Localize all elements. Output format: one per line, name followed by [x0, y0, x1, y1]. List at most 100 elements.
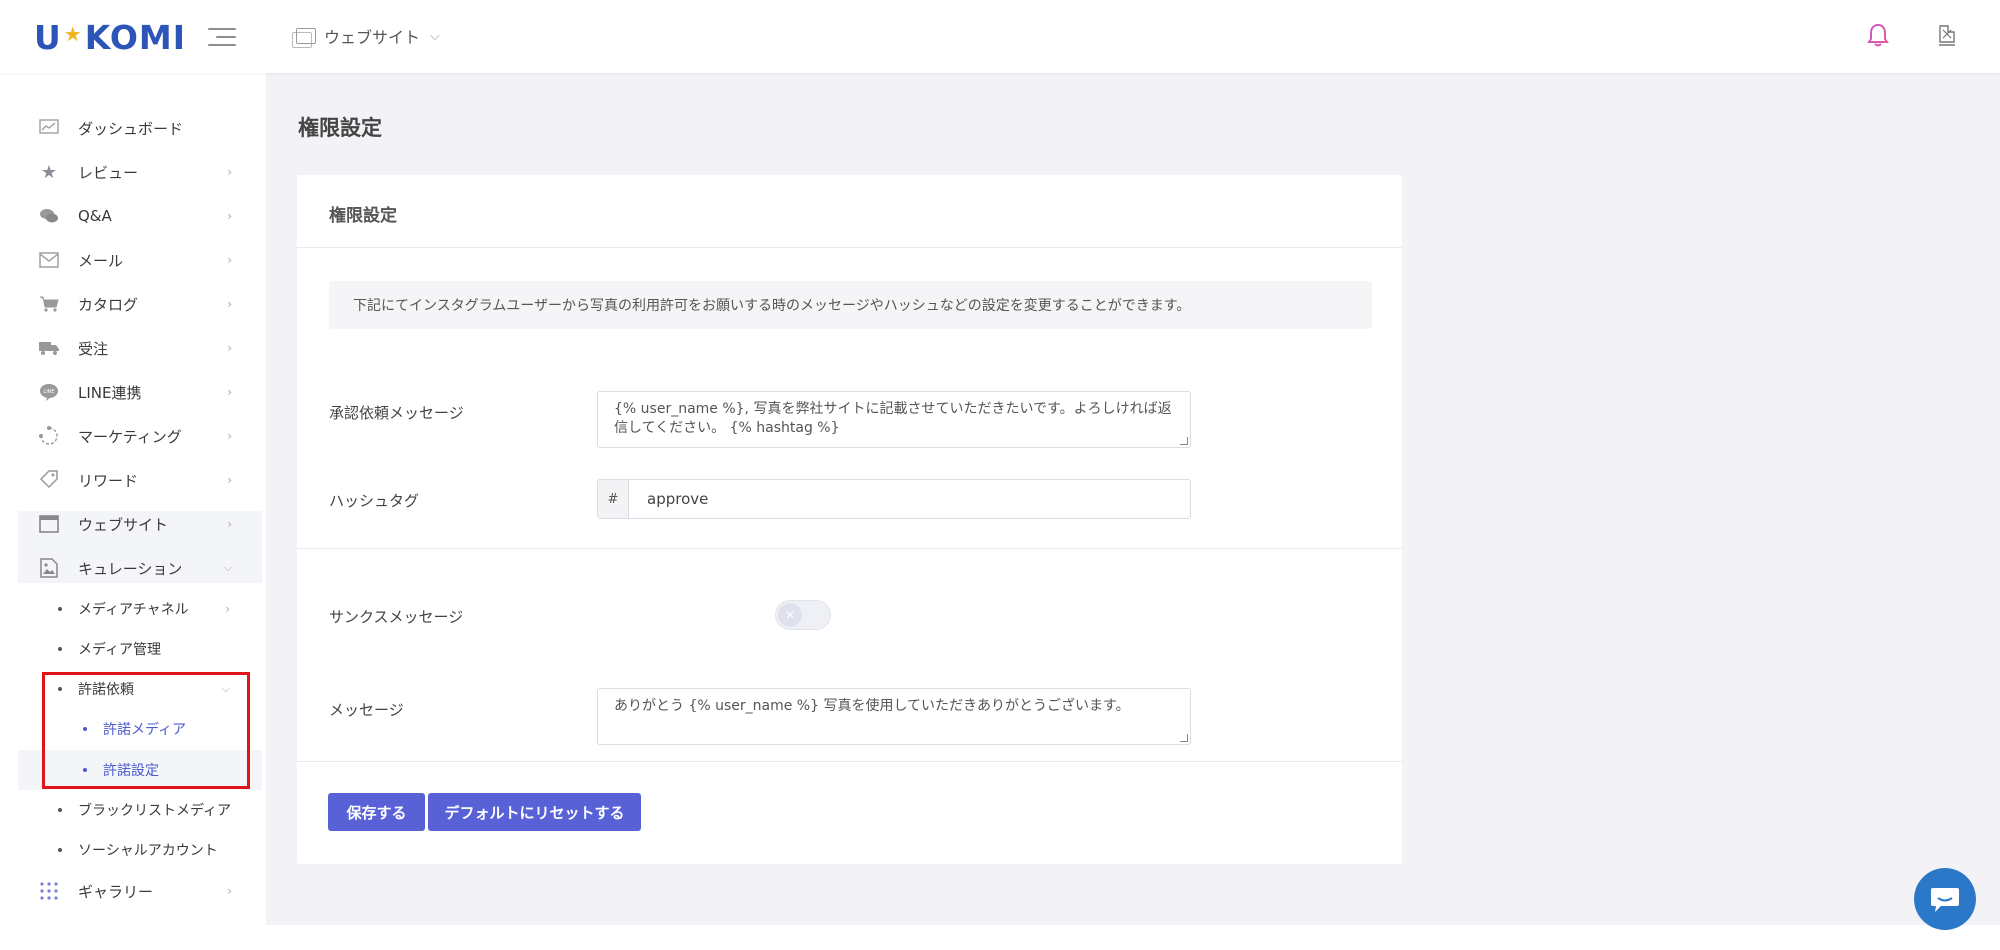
- resize-handle-icon[interactable]: [1180, 437, 1188, 445]
- chevron-down-icon: ⌵: [221, 682, 230, 695]
- sidebar-item-orders[interactable]: 受注 ›: [18, 326, 262, 370]
- divider: [297, 548, 1402, 549]
- page-title: 権限設定: [298, 116, 382, 140]
- sidebar-sub-blacklist-media[interactable]: ブラックリストメディア: [58, 790, 258, 830]
- message-text: ありがとう {% user_name %} 写真を使用していただきありがとうござ…: [614, 698, 1130, 714]
- reset-default-button[interactable]: デフォルトにリセットする: [428, 793, 641, 831]
- close-icon: ✕: [778, 603, 802, 627]
- cart-icon: [38, 293, 60, 315]
- save-button[interactable]: 保存する: [328, 793, 425, 831]
- bullet-dot: [58, 607, 62, 611]
- top-bar: U ★KOMI ウェブサイト ⌵: [0, 0, 2000, 73]
- sidebar-item-label: 受注: [78, 339, 109, 358]
- sidebar-sub-label: 許諾設定: [103, 763, 159, 779]
- sidebar-sub-label: メディアチャネル: [78, 602, 189, 618]
- sidebar-item-label: リワード: [78, 471, 139, 490]
- chat-bubbles-icon: [38, 205, 60, 227]
- sidebar-sub-label: ブラックリストメディア: [78, 803, 232, 819]
- bullet-dot: [58, 647, 62, 651]
- cycle-icon: [38, 425, 60, 447]
- svg-text:LINE: LINE: [43, 389, 54, 395]
- avatar[interactable]: [1932, 20, 1962, 50]
- hashtag-value: approve: [647, 490, 709, 508]
- bullet-dot: [83, 768, 87, 772]
- logo-star: ★: [63, 22, 83, 46]
- logo-text-left: U: [34, 18, 62, 57]
- line-icon: LINE: [38, 381, 60, 403]
- tag-icon: [38, 469, 60, 491]
- sidebar-item-reward[interactable]: リワード ›: [18, 458, 262, 502]
- card-title: 権限設定: [329, 206, 397, 226]
- sidebar-item-label: カタログ: [78, 295, 139, 314]
- divider: [297, 247, 1402, 248]
- sidebar: ダッシュボード ★ レビュー › Q&A › メール › カタログ › 受注 ›…: [0, 73, 266, 950]
- settings-card: 権限設定 下記にてインスタグラムユーザーから写真の利用許可をお願いする時のメッセ…: [297, 175, 1402, 864]
- sidebar-sub-social-account[interactable]: ソーシャルアカウント: [58, 830, 258, 870]
- sidebar-sub-label: メディア管理: [78, 642, 162, 658]
- divider: [297, 761, 1402, 762]
- sidebar-item-line[interactable]: LINE LINE連携 ›: [18, 370, 262, 414]
- chat-support-button[interactable]: [1914, 868, 1976, 930]
- envelope-icon: [38, 249, 60, 271]
- sidebar-item-label: ダッシュボード: [78, 119, 184, 138]
- sidebar-item-label: マーケティング: [78, 427, 182, 446]
- sidebar-sub-media-channel[interactable]: メディアチャネル ›: [58, 589, 258, 629]
- sidebar-item-mail[interactable]: メール ›: [18, 238, 262, 282]
- chevron-right-icon: ›: [227, 253, 232, 267]
- window-icon: [38, 513, 60, 535]
- sidebar-item-label: LINE連携: [78, 383, 142, 402]
- sidebar-item-curation[interactable]: キュレーション ⌵: [18, 546, 262, 590]
- grid-dots-icon: [38, 880, 60, 902]
- ukomi-logo[interactable]: U ★KOMI: [34, 18, 186, 57]
- sidebar-item-label: Q&A: [78, 207, 112, 225]
- sidebar-sub-permission-media[interactable]: 許諾メディア: [83, 709, 253, 749]
- bullet-dot: [58, 808, 62, 812]
- sidebar-item-qa[interactable]: Q&A ›: [18, 194, 262, 238]
- image-icon: [38, 557, 60, 579]
- notification-bell-icon[interactable]: [1866, 22, 1890, 48]
- website-icon: [292, 28, 316, 48]
- chevron-right-icon: ›: [225, 602, 230, 616]
- sidebar-sub-permission-request[interactable]: 許諾依頼 ⌵: [58, 669, 258, 709]
- sidebar-sub-label: 許諾メディア: [103, 722, 187, 738]
- resize-handle-icon[interactable]: [1180, 734, 1188, 742]
- chevron-right-icon: ›: [227, 297, 232, 311]
- menu-toggle-icon[interactable]: [208, 28, 236, 46]
- sidebar-item-label: キュレーション: [78, 559, 183, 578]
- sidebar-sub-media-manage[interactable]: メディア管理: [58, 629, 258, 669]
- sidebar-item-gallery[interactable]: ギャラリー ›: [18, 869, 262, 913]
- sidebar-item-label: メール: [78, 251, 124, 270]
- chat-bubble-icon: [1931, 888, 1959, 912]
- message-textarea[interactable]: ありがとう {% user_name %} 写真を使用していただきありがとうござ…: [597, 688, 1191, 745]
- chevron-right-icon: ›: [227, 473, 232, 487]
- approval-message-textarea[interactable]: {% user_name %}, 写真を弊社サイトに記載させていただきたいです。…: [597, 391, 1191, 448]
- chevron-right-icon: ›: [227, 385, 232, 399]
- info-banner: 下記にてインスタグラムユーザーから写真の利用許可をお願いする時のメッセージやハッ…: [329, 281, 1372, 329]
- site-selector[interactable]: ウェブサイト ⌵: [292, 24, 440, 48]
- chevron-right-icon: ›: [227, 884, 232, 898]
- sidebar-sub-label: 許諾依頼: [78, 682, 134, 698]
- message-label: メッセージ: [329, 701, 404, 719]
- bullet-dot: [58, 848, 62, 852]
- sidebar-item-review[interactable]: ★ レビュー ›: [18, 150, 262, 194]
- sidebar-item-dashboard[interactable]: ダッシュボード: [18, 106, 262, 150]
- hash-prefix: #: [598, 480, 629, 518]
- sidebar-item-website[interactable]: ウェブサイト ›: [18, 502, 262, 546]
- chevron-right-icon: ›: [227, 165, 232, 179]
- star-icon: ★: [40, 161, 58, 183]
- hashtag-input[interactable]: # approve: [597, 479, 1191, 519]
- sidebar-item-catalog[interactable]: カタログ ›: [18, 282, 262, 326]
- approval-message-label: 承認依頼メッセージ: [329, 404, 464, 422]
- truck-icon: [38, 337, 60, 359]
- logo-text-right: KOMI: [84, 18, 186, 57]
- site-selector-label: ウェブサイト: [324, 28, 421, 47]
- chart-icon: [38, 117, 60, 139]
- sidebar-item-label: ギャラリー: [78, 882, 154, 901]
- bullet-dot: [58, 687, 62, 691]
- chevron-right-icon: ›: [227, 209, 232, 223]
- sidebar-sub-permission-settings[interactable]: 許諾設定: [83, 750, 253, 790]
- sidebar-item-marketing[interactable]: マーケティング ›: [18, 414, 262, 458]
- footer: [266, 925, 2000, 950]
- thanks-message-toggle[interactable]: ✕: [775, 600, 831, 630]
- chevron-right-icon: ›: [227, 429, 232, 443]
